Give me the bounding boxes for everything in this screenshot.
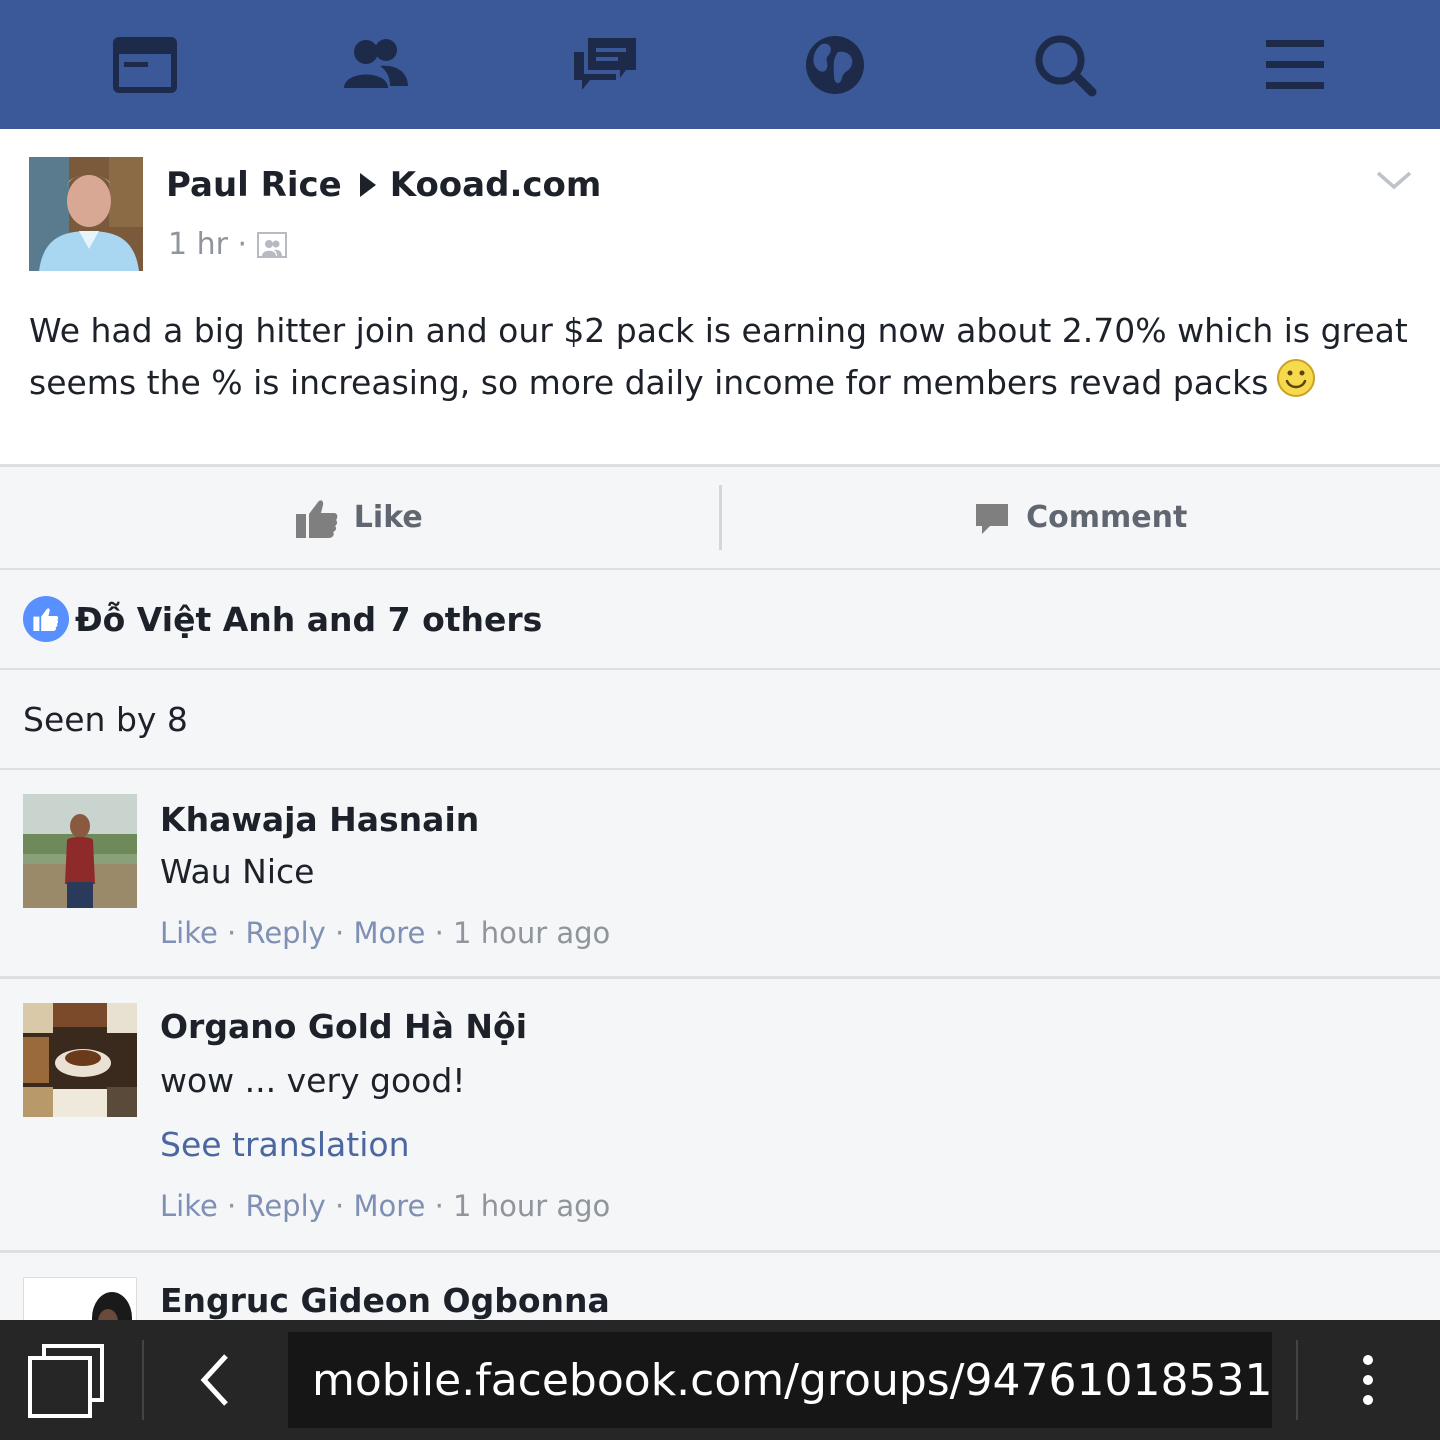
author-name[interactable]: Paul Rice bbox=[166, 165, 342, 205]
notifications-globe-icon bbox=[806, 35, 864, 94]
like-label: Like bbox=[353, 500, 423, 535]
comment-item: Engruc Gideon Ogbonna bbox=[0, 1253, 1440, 1320]
comment-item: Organo Gold Hà Nội wow ... very good! Se… bbox=[0, 979, 1440, 1253]
commenter-avatar[interactable] bbox=[23, 1277, 137, 1320]
friends-icon bbox=[344, 38, 408, 88]
commenter-avatar[interactable] bbox=[23, 794, 137, 908]
likes-text: Đỗ Việt Anh and 7 others bbox=[75, 599, 543, 639]
comment-more-link[interactable]: More bbox=[353, 916, 425, 950]
messages-button[interactable] bbox=[545, 15, 665, 115]
comment-like-link[interactable]: Like bbox=[160, 1189, 218, 1223]
menu-icon bbox=[1266, 39, 1324, 89]
commenter-name[interactable]: Khawaja Hasnain bbox=[160, 800, 479, 839]
see-translation-link[interactable]: See translation bbox=[160, 1125, 409, 1164]
menu-dot bbox=[1363, 1395, 1373, 1405]
author-avatar[interactable] bbox=[29, 157, 143, 271]
overflow-menu-icon[interactable] bbox=[1340, 1340, 1396, 1420]
commenter-avatar[interactable] bbox=[23, 1003, 137, 1117]
menu-dot bbox=[1363, 1375, 1373, 1385]
post-actions-bar: Like Comment bbox=[0, 467, 1440, 570]
smiley-icon bbox=[1277, 359, 1316, 397]
comment-time[interactable]: 1 hour ago bbox=[453, 916, 610, 950]
tabs-icon[interactable] bbox=[28, 1342, 118, 1418]
post-body: We had a big hitter join and our $2 pack… bbox=[29, 311, 1408, 402]
comment-like-link[interactable]: Like bbox=[160, 916, 218, 950]
comment-item: Khawaja Hasnain Wau Nice Like · Reply · … bbox=[0, 770, 1440, 979]
post-card: Paul Rice Kooad.com 1 hr · We had a big … bbox=[0, 129, 1440, 467]
comment-time[interactable]: 1 hour ago bbox=[453, 1189, 610, 1223]
comment-meta: Like · Reply · More · 1 hour ago bbox=[160, 916, 611, 950]
chevron-down-icon[interactable] bbox=[1374, 165, 1414, 195]
search-icon bbox=[1035, 35, 1097, 96]
messages-icon bbox=[574, 37, 636, 90]
menu-button[interactable] bbox=[1235, 15, 1355, 115]
post-meta: 1 hr · bbox=[168, 227, 288, 262]
group-name[interactable]: Kooad.com bbox=[390, 165, 602, 205]
comment-text: Wau Nice bbox=[160, 852, 315, 891]
comment-reply-link[interactable]: Reply bbox=[245, 916, 325, 950]
toolbar-divider bbox=[1296, 1340, 1298, 1420]
post-header: Paul Rice Kooad.com bbox=[166, 165, 601, 205]
back-arrow-icon[interactable] bbox=[180, 1344, 252, 1416]
comment-reply-link[interactable]: Reply bbox=[245, 1189, 325, 1223]
toolbar-divider bbox=[142, 1340, 144, 1420]
commenter-name[interactable]: Engruc Gideon Ogbonna bbox=[160, 1281, 610, 1320]
comment-more-link[interactable]: More bbox=[353, 1189, 425, 1223]
group-audience-icon bbox=[257, 231, 288, 258]
comment-meta: Like · Reply · More · 1 hour ago bbox=[160, 1189, 611, 1223]
seen-by-text: Seen by 8 bbox=[23, 699, 188, 739]
browser-toolbar: mobile.facebook.com/groups/94761018531 bbox=[0, 1320, 1440, 1440]
seen-by-row[interactable]: Seen by 8 bbox=[0, 670, 1440, 770]
news-feed-icon bbox=[113, 36, 177, 93]
comment-label: Comment bbox=[1026, 500, 1188, 535]
comment-text: wow ... very good! bbox=[160, 1061, 466, 1100]
menu-dot bbox=[1363, 1355, 1373, 1365]
comment-bubble-icon bbox=[976, 503, 1009, 534]
thumbs-up-icon bbox=[295, 499, 338, 538]
like-badge-icon bbox=[23, 596, 69, 642]
like-button[interactable]: Like bbox=[0, 467, 719, 568]
post-text: We had a big hitter join and our $2 pack… bbox=[29, 305, 1409, 409]
notifications-button[interactable] bbox=[775, 15, 895, 115]
top-navigation-bar bbox=[0, 0, 1440, 129]
arrow-right-icon bbox=[359, 173, 376, 197]
commenter-name[interactable]: Organo Gold Hà Nội bbox=[160, 1007, 527, 1046]
post-time[interactable]: 1 hr · bbox=[168, 227, 247, 262]
news-feed-button[interactable] bbox=[85, 15, 205, 115]
address-bar[interactable]: mobile.facebook.com/groups/94761018531 bbox=[288, 1332, 1272, 1428]
comment-button[interactable]: Comment bbox=[722, 467, 1440, 568]
url-text: mobile.facebook.com/groups/94761018531 bbox=[312, 1354, 1272, 1406]
search-button[interactable] bbox=[1005, 15, 1125, 115]
friends-button[interactable] bbox=[315, 15, 435, 115]
likes-summary[interactable]: Đỗ Việt Anh and 7 others bbox=[0, 570, 1440, 670]
